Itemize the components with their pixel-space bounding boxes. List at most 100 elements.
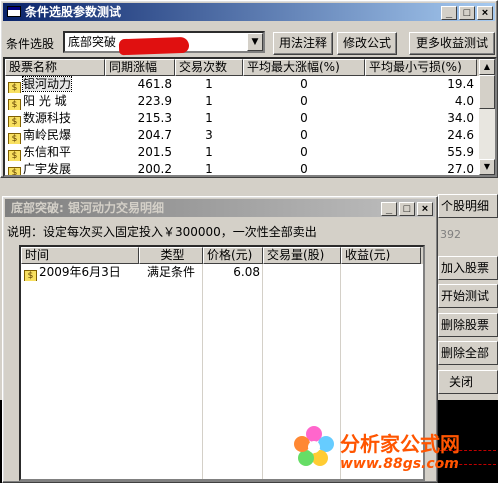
condition-select-value: 底部突破 [68, 35, 117, 49]
table-cell: 223.9 [137, 94, 172, 108]
table-cell: 461.8 [137, 77, 172, 91]
column-divider [262, 264, 263, 479]
table-cell: 19.4 [447, 77, 474, 91]
table-cell: $ 南岭民爆 [5, 127, 105, 144]
add-stock-button[interactable]: 加入股票 [438, 256, 498, 280]
column-header[interactable]: 交易量(股) [263, 247, 341, 264]
table-row[interactable]: $2009年6月3日 满足条件 6.08 [21, 264, 423, 281]
table-row[interactable]: $ 南岭民爆 204.7 3 0 24.6 [5, 127, 495, 144]
table-cell: 1 [205, 77, 213, 91]
scroll-down-icon[interactable]: ▼ [479, 159, 495, 175]
maximize-button[interactable]: □ [459, 6, 475, 20]
table-cell: $ 银河动力 [5, 76, 105, 93]
condition-label: 条件选股 [6, 37, 55, 51]
scroll-thumb[interactable] [479, 75, 495, 109]
stock-name: 广宇发展 [23, 162, 72, 176]
stock-name: 东信和平 [23, 145, 72, 159]
detail-window-titlebar[interactable]: 底部突破: 银河动力交易明细 _ □ × [5, 199, 435, 217]
stock-icon: $ [8, 82, 21, 93]
column-header[interactable]: 同期涨幅 [105, 59, 175, 76]
table-cell: 27.0 [447, 162, 474, 176]
stock-name: 阳 光 城 [23, 94, 67, 108]
stock-results-table[interactable]: 股票名称 同期涨幅 交易次数 平均最大涨幅(%) 平均最小亏损(%) $ 银河动力… [3, 57, 497, 177]
detail-description: 说明：设定每次买入固定投入￥300000，一次性全部卖出 [7, 225, 317, 239]
table-body: $2009年6月3日 满足条件 6.08 [21, 264, 423, 281]
window-app-icon [7, 6, 21, 17]
table-row[interactable]: $ 广宇发展 200.2 1 0 27.0 [5, 161, 495, 176]
table-header: 股票名称 同期涨幅 交易次数 平均最大涨幅(%) 平均最小亏损(%) [5, 59, 495, 76]
table-cell: 1 [205, 145, 213, 159]
table-row[interactable]: $ 银河动力 461.8 1 0 19.4 [5, 76, 495, 93]
stock-icon: $ [8, 133, 21, 144]
stock-icon: $ [8, 167, 21, 175]
watermark-text: 分析家公式网 [340, 432, 460, 456]
table-cell: 0 [300, 145, 308, 159]
table-row[interactable]: $ 数源科技 215.3 1 0 34.0 [5, 110, 495, 127]
trade-time: 2009年6月3日 [39, 265, 121, 279]
chevron-down-icon[interactable]: ▼ [247, 33, 263, 51]
table-cell: 1 [205, 162, 213, 176]
table-cell: 3 [205, 128, 213, 142]
stock-name: 数源科技 [23, 111, 72, 125]
stock-icon: $ [8, 150, 21, 161]
stock-icon: $ [8, 99, 21, 110]
minimize-button[interactable]: _ [381, 202, 397, 216]
table-cell: 200.2 [137, 162, 172, 176]
maximize-button[interactable]: □ [399, 202, 415, 216]
main-window-titlebar[interactable]: 条件选股参数测试 _ □ × [3, 3, 495, 21]
table-cell: 0 [300, 128, 308, 142]
table-cell: 6.08 [233, 265, 260, 279]
delete-stock-button[interactable]: 删除股票 [438, 313, 498, 337]
close-window-button[interactable]: × [417, 202, 433, 216]
stock-name: 银河动力 [21, 76, 73, 92]
close-button[interactable]: 关闭 [438, 370, 498, 394]
detail-window-title: 底部突破: 银河动力交易明细 [11, 201, 164, 215]
close-window-button[interactable]: × [477, 6, 493, 20]
table-cell: 215.3 [137, 111, 172, 125]
main-window: 条件选股参数测试 _ □ × 条件选股 底部突破 ▼ 用法注释 修改公式 更多收… [0, 0, 498, 178]
table-cell: 1 [205, 111, 213, 125]
table-cell: 201.5 [137, 145, 172, 159]
table-cell: 204.7 [137, 128, 172, 142]
column-divider [202, 264, 203, 479]
main-table-scrollbar[interactable]: ▲ ▼ [479, 59, 495, 175]
table-cell: 24.6 [447, 128, 474, 142]
column-header[interactable]: 收益(元) [341, 247, 421, 264]
column-header[interactable]: 平均最大涨幅(%) [243, 59, 365, 76]
stock-icon: $ [24, 270, 37, 281]
table-cell: 满足条件 [146, 265, 195, 279]
column-header[interactable]: 股票名称 [5, 59, 105, 76]
scroll-up-icon[interactable]: ▲ [479, 59, 495, 75]
usage-notes-button[interactable]: 用法注释 [273, 32, 333, 55]
column-header[interactable]: 时间 [21, 247, 139, 264]
main-window-title: 条件选股参数测试 [25, 5, 122, 19]
table-cell: 0 [300, 111, 308, 125]
modify-formula-button[interactable]: 修改公式 [337, 32, 397, 55]
table-cell: $ 阳 光 城 [5, 93, 105, 110]
table-cell [263, 264, 341, 281]
redaction-scribble [118, 36, 190, 56]
stock-detail-button[interactable]: 个股明细 [438, 194, 498, 218]
table-cell: $ 东信和平 [5, 144, 105, 161]
start-test-button[interactable]: 开始测试 [438, 284, 498, 308]
table-cell: 1 [205, 94, 213, 108]
table-header: 时间 类型 价格(元) 交易量(股) 收益(元) [21, 247, 423, 264]
stock-code-field[interactable]: 392 [438, 226, 498, 244]
column-header[interactable]: 交易次数 [175, 59, 243, 76]
table-row[interactable]: $ 东信和平 201.5 1 0 55.9 [5, 144, 495, 161]
table-body: $ 银河动力 461.8 1 0 19.4 $ 阳 光 城 223.9 1 0 4.0 $ 数源科技 215… [5, 76, 495, 176]
minimize-button[interactable]: _ [441, 6, 457, 20]
column-header[interactable]: 类型 [139, 247, 203, 264]
column-header[interactable]: 平均最小亏损(%) [365, 59, 477, 76]
watermark-url: www.88gs.com [340, 456, 459, 472]
table-cell: 0 [300, 94, 308, 108]
table-cell: 55.9 [447, 145, 474, 159]
table-row[interactable]: $ 阳 光 城 223.9 1 0 4.0 [5, 93, 495, 110]
column-header[interactable]: 价格(元) [203, 247, 263, 264]
more-profit-test-button[interactable]: 更多收益测试 [409, 32, 495, 55]
table-cell: $ 广宇发展 [5, 161, 105, 176]
flower-logo-icon [294, 426, 334, 466]
table-cell: 0 [300, 77, 308, 91]
delete-all-button[interactable]: 删除全部 [438, 341, 498, 365]
stock-icon: $ [8, 116, 21, 127]
